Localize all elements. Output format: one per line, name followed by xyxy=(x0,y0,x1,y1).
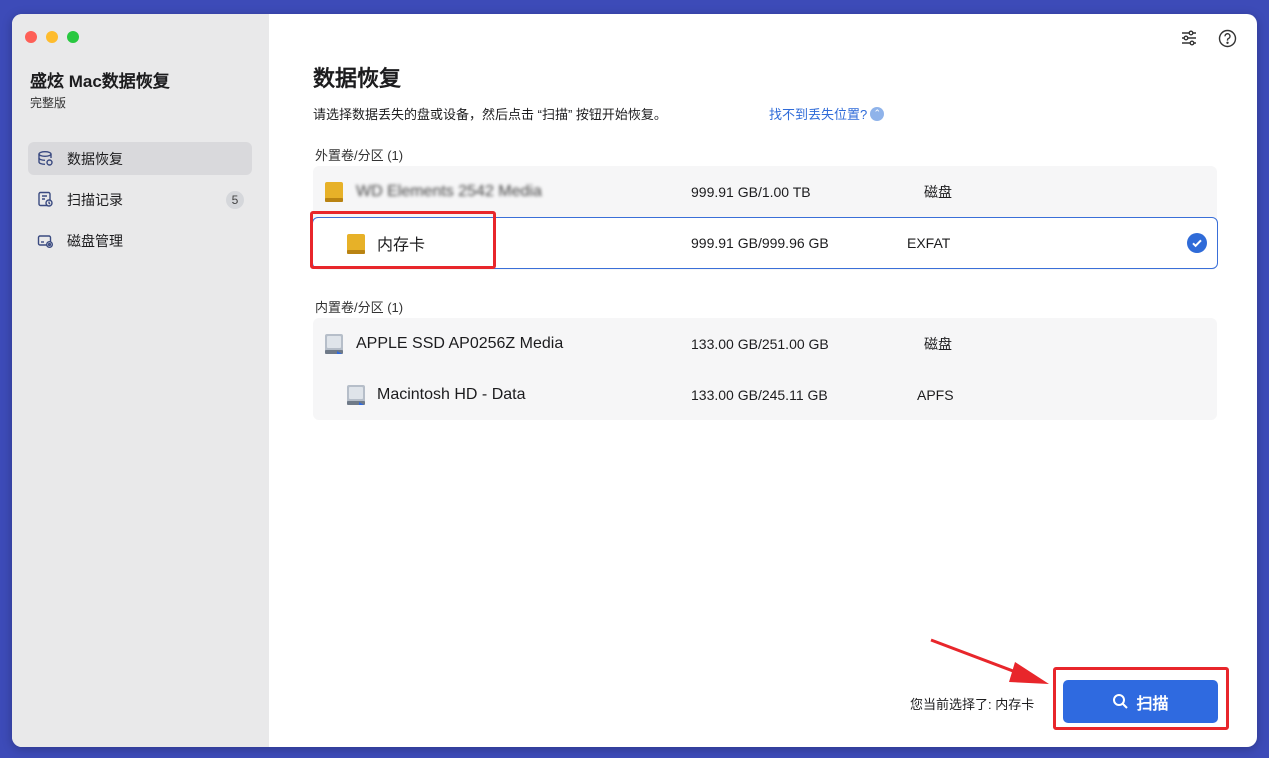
minimize-window-button[interactable] xyxy=(46,31,58,43)
disk-settings-icon xyxy=(36,232,54,250)
volume-name: APPLE SSD AP0256Z Media xyxy=(356,335,564,352)
app-window: 盛炫 Mac数据恢复 完整版 数据恢复 扫描记录 5 磁盘管理 数据恢复 请选择… xyxy=(12,14,1257,747)
app-edition: 完整版 xyxy=(30,96,67,110)
sidebar: 盛炫 Mac数据恢复 完整版 数据恢复 扫描记录 5 磁盘管理 xyxy=(12,14,269,747)
volume-row-macintosh-hd-data[interactable]: Macintosh HD - Data 133.00 GB/245.11 GB … xyxy=(313,369,1217,421)
volume-size: 133.00 GB/245.11 GB xyxy=(691,387,828,403)
page-title: 数据恢复 xyxy=(313,66,402,91)
volume-row-apple-ssd[interactable]: APPLE SSD AP0256Z Media 133.00 GB/251.00… xyxy=(313,318,1217,370)
help-link-label: 找不到丢失位置? xyxy=(769,107,868,122)
internal-volume-list: APPLE SSD AP0256Z Media 133.00 GB/251.00… xyxy=(313,318,1217,420)
internal-drive-icon xyxy=(325,334,343,354)
external-section-label: 外置卷/分区 (1) xyxy=(315,148,404,163)
sidebar-item-disk-management[interactable]: 磁盘管理 xyxy=(28,224,252,257)
volume-size: 999.91 GB/1.00 TB xyxy=(691,184,811,200)
external-drive-icon xyxy=(325,182,343,202)
selected-check-icon xyxy=(1187,233,1207,253)
volume-type: EXFAT xyxy=(907,235,951,251)
annotation-arrow-icon xyxy=(930,638,1049,684)
volume-type: 磁盘 xyxy=(924,184,952,200)
highlight-box-memory-card xyxy=(310,211,496,269)
app-title: 盛炫 Mac数据恢复 xyxy=(30,72,170,91)
sidebar-item-label: 数据恢复 xyxy=(67,150,123,167)
help-link[interactable]: 找不到丢失位置? ⌃ xyxy=(769,104,885,123)
zoom-window-button[interactable] xyxy=(67,31,79,43)
close-window-button[interactable] xyxy=(25,31,37,43)
volume-size: 133.00 GB/251.00 GB xyxy=(691,336,829,352)
scan-count-badge: 5 xyxy=(226,190,244,209)
sidebar-nav: 数据恢复 扫描记录 5 磁盘管理 xyxy=(28,142,252,265)
highlight-box-scan-button xyxy=(1053,667,1229,730)
window-controls xyxy=(25,31,79,43)
main-panel: 数据恢复 请选择数据丢失的盘或设备，然后点击 “扫描” 按钮开始恢复。 找不到丢… xyxy=(269,14,1257,747)
volume-size: 999.91 GB/999.96 GB xyxy=(691,235,829,251)
volume-name: Macintosh HD - Data xyxy=(377,386,526,403)
sidebar-item-scan-history[interactable]: 扫描记录 5 xyxy=(28,183,252,216)
volume-name: WD Elements 2542 Media xyxy=(356,183,542,200)
sidebar-item-label: 扫描记录 xyxy=(67,191,123,208)
scan-history-icon xyxy=(36,191,54,209)
database-icon xyxy=(36,150,54,168)
internal-drive-icon xyxy=(347,385,365,405)
volume-type: 磁盘 xyxy=(924,336,952,352)
internal-section-label: 内置卷/分区 (1) xyxy=(315,300,404,315)
chevron-up-icon: ⌃ xyxy=(870,106,885,121)
instruction-text: 请选择数据丢失的盘或设备，然后点击 “扫描” 按钮开始恢复。 xyxy=(313,107,667,122)
current-selection-text: 您当前选择了: 内存卡 xyxy=(910,697,1035,712)
volume-type: APFS xyxy=(917,387,954,403)
sidebar-item-label: 磁盘管理 xyxy=(67,232,123,249)
sidebar-item-data-recovery[interactable]: 数据恢复 xyxy=(28,142,252,175)
